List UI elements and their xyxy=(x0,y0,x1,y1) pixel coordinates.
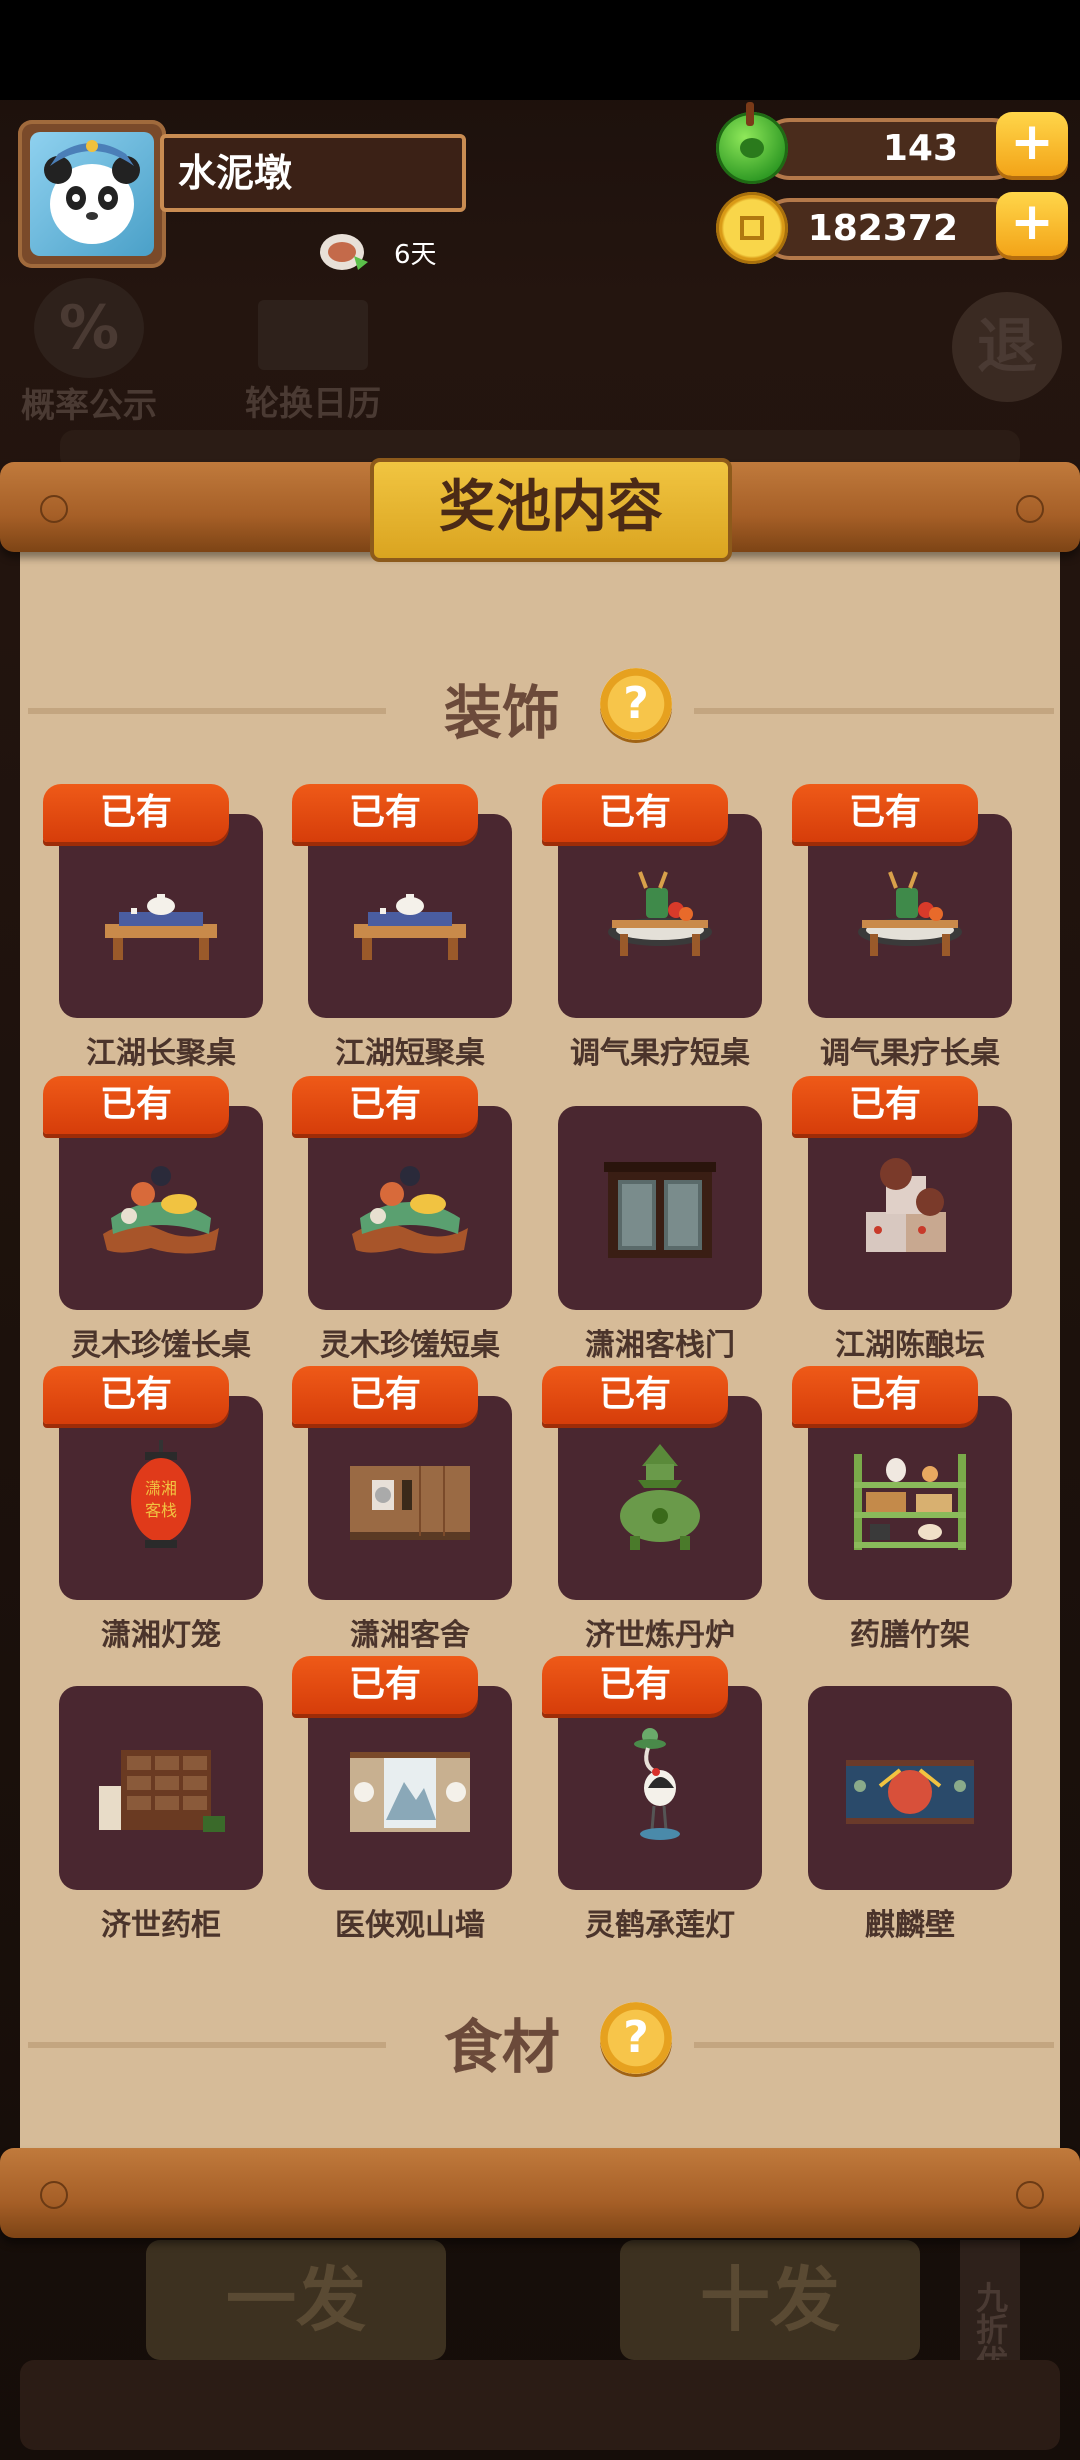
exit-button: 退 xyxy=(952,292,1062,402)
add-jade-button[interactable]: + xyxy=(996,112,1068,176)
item-name: 调气果疗短桌 xyxy=(570,1036,750,1071)
owned-badge: 已有 xyxy=(542,1366,728,1424)
owned-badge: 已有 xyxy=(43,784,229,842)
section-divider-right-2 xyxy=(694,2042,1054,2048)
item-name: 江湖长聚桌 xyxy=(86,1036,236,1071)
coin-amount: 182372 xyxy=(807,208,958,249)
item-name: 灵鹤承莲灯 xyxy=(585,1908,735,1943)
item-card[interactable] xyxy=(808,1686,1012,1890)
root-table-icon xyxy=(103,1166,219,1254)
item-name: 医侠观山墙 xyxy=(335,1908,485,1943)
probability-button: % 概率公示 xyxy=(14,278,164,427)
item-card[interactable] xyxy=(59,1106,263,1310)
help-button-food[interactable]: ? xyxy=(600,2002,672,2074)
item-name: 药膳竹架 xyxy=(850,1618,970,1653)
table-teapot-icon xyxy=(354,894,466,960)
section-divider-right xyxy=(694,708,1054,714)
bamboo-shelf-icon xyxy=(854,1454,966,1550)
coin-counter: 182372 xyxy=(760,198,1022,260)
owned-badge: 已有 xyxy=(292,784,478,842)
item-card[interactable] xyxy=(558,1396,762,1600)
owned-badge: 已有 xyxy=(792,784,978,842)
item-card[interactable] xyxy=(308,814,512,1018)
svg-text:潇湘: 潇湘 xyxy=(145,1479,177,1498)
item-card[interactable] xyxy=(308,1106,512,1310)
owned-badge: 已有 xyxy=(792,1076,978,1134)
alchemy-furnace-icon xyxy=(620,1444,700,1550)
wine-jars-icon xyxy=(866,1158,946,1252)
table-teapot-icon xyxy=(105,894,217,960)
inn-door-icon xyxy=(604,1162,716,1258)
owned-badge: 已有 xyxy=(43,1366,229,1424)
medicine-cabinet-icon xyxy=(99,1750,225,1832)
item-card[interactable] xyxy=(308,1686,512,1890)
owned-badge: 已有 xyxy=(292,1076,478,1134)
fruit-table-icon xyxy=(608,871,712,956)
item-card[interactable]: 潇湘 客栈 xyxy=(59,1396,263,1600)
section-title-decor: 装饰 xyxy=(444,679,561,747)
item-name: 潇湘灯笼 xyxy=(101,1618,221,1653)
bottom-bar xyxy=(20,2360,1060,2450)
calendar-label: 轮换日历 xyxy=(245,384,381,424)
calendar-icon xyxy=(258,300,368,370)
lantern-icon: 潇湘客栈 xyxy=(131,1440,191,1548)
jade-counter: 143 xyxy=(760,118,1022,180)
item-name: 江湖陈酿坛 xyxy=(835,1328,985,1363)
item-name: 调气果疗长桌 xyxy=(820,1036,1000,1071)
item-card[interactable] xyxy=(59,814,263,1018)
owned-badge: 已有 xyxy=(542,784,728,842)
calendar-button: 轮换日历 xyxy=(238,300,388,425)
item-name: 麒麟壁 xyxy=(865,1908,955,1943)
jade-icon xyxy=(716,102,788,184)
item-name: 江湖短聚桌 xyxy=(335,1036,485,1071)
item-name: 济世药柜 xyxy=(101,1908,221,1943)
root-table-icon xyxy=(352,1166,468,1254)
item-card[interactable] xyxy=(808,1396,1012,1600)
add-coin-button[interactable]: + xyxy=(996,192,1068,256)
probability-label: 概率公示 xyxy=(21,386,157,426)
days-remaining: 6天 xyxy=(394,240,437,270)
timer-icon xyxy=(318,226,370,274)
panda-avatar-icon xyxy=(44,140,140,244)
status-bar xyxy=(0,0,1080,100)
owned-badge: 已有 xyxy=(292,1366,478,1424)
mountain-wall-icon xyxy=(350,1752,470,1832)
item-card[interactable] xyxy=(308,1396,512,1600)
help-button-decor[interactable]: ? xyxy=(600,668,672,740)
scroll-bottom-roller[interactable] xyxy=(0,2148,1080,2238)
item-card[interactable] xyxy=(558,1686,762,1890)
owned-badge: 已有 xyxy=(542,1656,728,1714)
owned-badge: 已有 xyxy=(292,1656,478,1714)
draw-ten-button: 十发 xyxy=(620,2240,920,2360)
svg-text:客栈: 客栈 xyxy=(145,1501,177,1520)
item-name: 潇湘客栈门 xyxy=(585,1328,735,1363)
section-divider-left-2 xyxy=(28,2042,386,2048)
jade-amount: 143 xyxy=(882,128,958,169)
panel-title: 奖池内容 xyxy=(370,458,732,562)
item-name: 济世炼丹炉 xyxy=(585,1618,735,1653)
item-name: 灵木珍馐长桌 xyxy=(71,1328,251,1363)
item-name: 灵木珍馐短桌 xyxy=(320,1328,500,1363)
item-card[interactable] xyxy=(808,814,1012,1018)
fruit-table-icon xyxy=(858,871,962,956)
item-card[interactable] xyxy=(558,814,762,1018)
qilin-wall-icon xyxy=(846,1760,974,1824)
percent-gear-icon: % xyxy=(34,278,144,378)
item-card[interactable] xyxy=(558,1106,762,1310)
inn-room-icon xyxy=(350,1466,470,1540)
owned-badge: 已有 xyxy=(43,1076,229,1134)
draw-one-button: 一发 xyxy=(146,2240,446,2360)
crane-lamp-icon xyxy=(634,1728,680,1840)
coin-icon xyxy=(716,192,788,264)
section-divider-left xyxy=(28,708,386,714)
player-name: 水泥墩 xyxy=(160,134,466,212)
item-name: 潇湘客舍 xyxy=(350,1618,470,1653)
owned-badge: 已有 xyxy=(792,1366,978,1424)
avatar[interactable] xyxy=(30,132,154,256)
section-title-food: 食材 xyxy=(444,2013,561,2081)
item-card[interactable] xyxy=(59,1686,263,1890)
item-card[interactable] xyxy=(808,1106,1012,1310)
